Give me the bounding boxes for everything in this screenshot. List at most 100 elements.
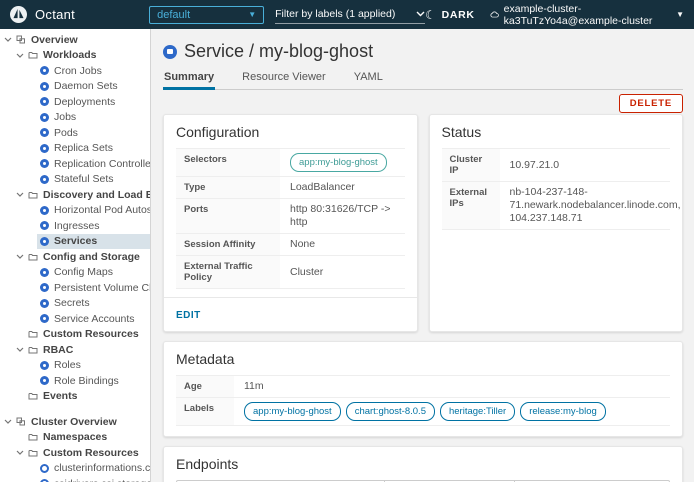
summary-row: Selectorsapp:my-blog-ghost (176, 149, 405, 177)
chevron-down-icon: ▼ (676, 10, 684, 19)
resource-icon (40, 376, 49, 385)
resource-icon (40, 66, 49, 75)
navigation-sidebar: OverviewWorkloads Cron JobsDaemon SetsDep… (0, 29, 151, 482)
sidebar-item-clusterinformations-crd-projec[interactable]: clusterinformations.crd.projec (0, 461, 150, 477)
sidebar-item-workloads[interactable]: Workloads (0, 48, 150, 64)
sidebar-item-namespaces[interactable]: Namespaces (0, 430, 150, 446)
resource-icon (40, 268, 49, 277)
summary-value: 10.97.21.0 (500, 149, 671, 181)
tab-resource-viewer[interactable]: Resource Viewer (241, 71, 327, 89)
resource-icon (40, 97, 49, 106)
sidebar-item-label: Config Maps (54, 266, 113, 278)
label-tag[interactable]: release:my-blog (520, 402, 606, 421)
chevron-down-icon (16, 394, 28, 399)
namespace-selector[interactable]: default ▼ (149, 6, 264, 24)
resource-icon (40, 299, 49, 308)
sidebar-item-label: Replication Controllers (54, 158, 151, 170)
delete-button[interactable]: DELETE (619, 94, 683, 113)
summary-value: http 80:31626/TCP -> http (280, 199, 405, 233)
sidebar-item-service-accounts[interactable]: Service Accounts (0, 311, 150, 327)
summary-value: nb-104-237-148-71.newark.nodebalancer.li… (500, 182, 691, 229)
sidebar-item-roles[interactable]: Roles (0, 358, 150, 374)
cluster-context-label: example-cluster-ka3TuTzYo4a@example-clus… (504, 3, 672, 27)
sidebar-item-daemon-sets[interactable]: Daemon Sets (0, 79, 150, 95)
sidebar-item-horizontal-pod-autoscalers[interactable]: Horizontal Pod Autoscalers (0, 203, 150, 219)
sidebar-item-config-and-storage[interactable]: Config and Storage (0, 249, 150, 265)
sidebar-item-label: Deployments (54, 96, 115, 108)
folder-icon (28, 253, 38, 261)
label-tag[interactable]: heritage:Tiller (440, 402, 515, 421)
sidebar-item-label: Replica Sets (54, 142, 113, 154)
sidebar-item-pods[interactable]: Pods (0, 125, 150, 141)
configuration-card: Configuration Selectorsapp:my-blog-ghost… (163, 114, 418, 332)
sidebar-item-config-maps[interactable]: Config Maps (0, 265, 150, 281)
moon-icon: ☾ (425, 8, 436, 22)
sidebar-item-replica-sets[interactable]: Replica Sets (0, 141, 150, 157)
resource-icon (40, 283, 49, 292)
crd-icon (40, 464, 49, 473)
card-title: Endpoints (176, 456, 670, 472)
folder-icon (28, 392, 38, 400)
objects-icon (16, 417, 26, 426)
summary-label: Cluster IP (442, 149, 500, 181)
edit-link[interactable]: EDIT (176, 310, 201, 321)
sidebar-item-label: Cluster Overview (31, 416, 117, 428)
chevron-down-icon[interactable] (16, 347, 28, 352)
chevron-down-icon: ▼ (248, 11, 256, 19)
sidebar-item-custom-resources[interactable]: Custom Resources (0, 445, 150, 461)
tab-yaml[interactable]: YAML (353, 71, 384, 89)
page-title: Service / my-blog-ghost (184, 41, 373, 62)
sidebar-item-events[interactable]: Events (0, 389, 150, 405)
sidebar-item-label: clusterinformations.crd.projec (54, 462, 151, 474)
summary-label: Age (176, 376, 234, 397)
resource-icon (40, 206, 49, 215)
sidebar-item-cron-jobs[interactable]: Cron Jobs (0, 63, 150, 79)
summary-value: app:my-blog-ghost chart:ghost-8.0.5 herita… (234, 398, 670, 425)
sidebar-item-replication-controllers[interactable]: Replication Controllers (0, 156, 150, 172)
summary-value: app:my-blog-ghost (280, 149, 405, 176)
folder-icon (28, 330, 38, 338)
chevron-down-icon[interactable] (16, 450, 28, 455)
summary-label: External Traffic Policy (176, 256, 280, 288)
chevron-down-icon[interactable] (4, 37, 16, 42)
objects-icon (16, 35, 26, 44)
sidebar-item-discovery-and-load-balancing[interactable]: Discovery and Load Balancing (0, 187, 150, 203)
chevron-down-icon[interactable] (16, 254, 28, 259)
sidebar-item-label: Roles (54, 359, 81, 371)
tab-summary[interactable]: Summary (163, 71, 215, 89)
sidebar-item-label: Service Accounts (54, 313, 135, 325)
namespace-selected-value: default (157, 9, 190, 21)
sidebar-item-label: Horizontal Pod Autoscalers (54, 204, 151, 216)
sidebar-item-jobs[interactable]: Jobs (0, 110, 150, 126)
sidebar-item-secrets[interactable]: Secrets (0, 296, 150, 312)
sidebar-item-rbac[interactable]: RBAC (0, 342, 150, 358)
sidebar-item-overview[interactable]: Overview (0, 32, 150, 48)
label-tag[interactable]: chart:ghost-8.0.5 (346, 402, 435, 421)
sidebar-item-label: Jobs (54, 111, 76, 123)
label-tag[interactable]: app:my-blog-ghost (244, 402, 341, 421)
sidebar-item-services[interactable]: Services (0, 234, 150, 250)
summary-row: Cluster IP10.97.21.0 (442, 149, 671, 182)
sidebar-item-csidrivers-csi-storage-k8s-io[interactable]: csidrivers.csi.storage.k8s.io (0, 476, 150, 482)
theme-toggle[interactable]: ☾ DARK (425, 8, 475, 22)
sidebar-item-role-bindings[interactable]: Role Bindings (0, 373, 150, 389)
sidebar-item-label: Secrets (54, 297, 90, 309)
chevron-down-icon[interactable] (16, 192, 28, 197)
metadata-card: Metadata Age11mLabelsapp:my-blog-ghostch… (163, 341, 683, 437)
chevron-down-icon[interactable] (4, 419, 16, 424)
sidebar-item-label: Workloads (43, 49, 96, 61)
sidebar-item-deployments[interactable]: Deployments (0, 94, 150, 110)
summary-label: Ports (176, 199, 280, 233)
chevron-down-icon[interactable] (16, 53, 28, 58)
cluster-context-selector[interactable]: example-cluster-ka3TuTzYo4a@example-clus… (490, 3, 684, 27)
sidebar-item-cluster-overview[interactable]: Cluster Overview (0, 414, 150, 430)
sidebar-item-custom-resources[interactable]: Custom Resources (0, 327, 150, 343)
sidebar-item-stateful-sets[interactable]: Stateful Sets (0, 172, 150, 188)
selector-tag[interactable]: app:my-blog-ghost (290, 153, 387, 172)
folder-icon (28, 191, 38, 199)
resource-icon (40, 361, 49, 370)
label-filter[interactable]: Filter by labels (1 applied) (275, 5, 425, 24)
summary-value: LoadBalancer (280, 177, 405, 198)
sidebar-item-ingresses[interactable]: Ingresses (0, 218, 150, 234)
sidebar-item-persistent-volume-claims[interactable]: Persistent Volume Claims (0, 280, 150, 296)
